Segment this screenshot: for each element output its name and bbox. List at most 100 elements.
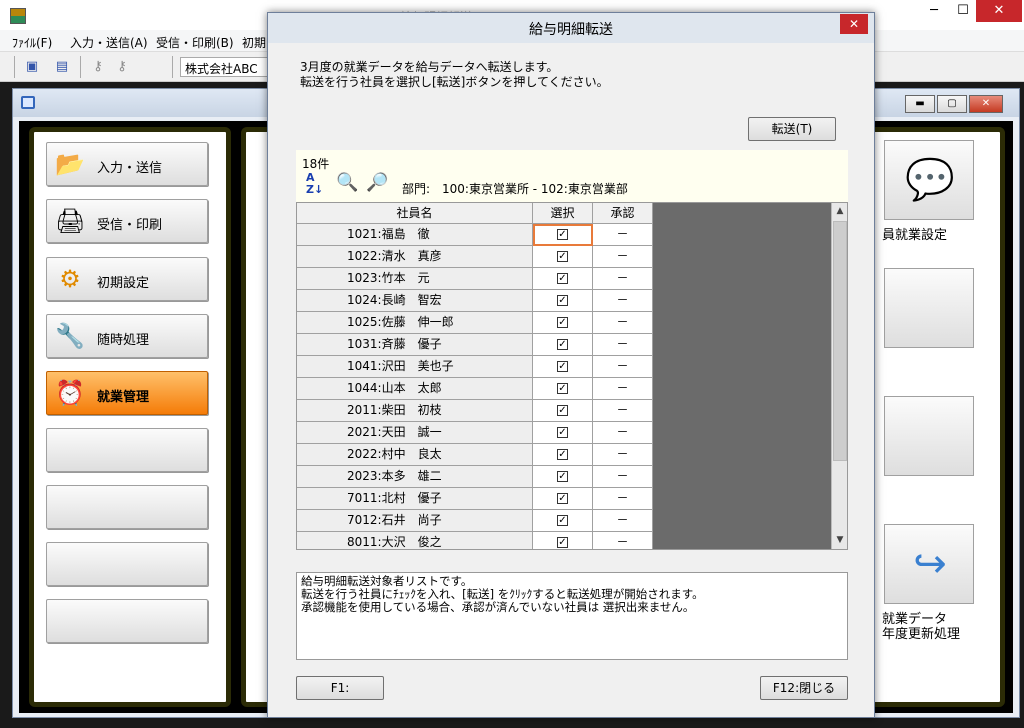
- select-checkbox[interactable]: ✓: [557, 537, 568, 548]
- nav-empty-button[interactable]: [46, 485, 208, 529]
- employee-name-cell[interactable]: 7011:北村 優子: [297, 488, 533, 510]
- select-checkbox[interactable]: ✓: [557, 515, 568, 526]
- select-cell[interactable]: ✓: [533, 400, 593, 422]
- transfer-button[interactable]: 転送(T): [748, 117, 836, 141]
- table-row[interactable]: 7012:石井 尚子 ✓ －: [297, 510, 653, 532]
- scroll-down-icon[interactable]: ▼: [832, 532, 847, 549]
- right-empty-button[interactable]: [884, 396, 974, 476]
- nav-adhoc-process-button[interactable]: 🔧 随時処理: [46, 314, 208, 358]
- table-row[interactable]: 2022:村中 良太 ✓ －: [297, 444, 653, 466]
- table-row[interactable]: 1041:沢田 美也子 ✓ －: [297, 356, 653, 378]
- close-button[interactable]: ✕: [976, 0, 1022, 22]
- menu-receive-print[interactable]: 受信・印刷(B): [156, 34, 234, 51]
- minimize-button[interactable]: ─: [920, 0, 948, 22]
- f12-close-button[interactable]: F12:閉じる: [760, 676, 848, 700]
- select-cell[interactable]: ✓: [533, 356, 593, 378]
- key-icon[interactable]: ⚷: [88, 58, 108, 76]
- company-field[interactable]: 株式会社ABC: [180, 57, 272, 77]
- table-row[interactable]: 1023:竹本 元 ✓ －: [297, 268, 653, 290]
- select-checkbox[interactable]: ✓: [557, 295, 568, 306]
- select-checkbox[interactable]: ✓: [557, 427, 568, 438]
- select-checkbox[interactable]: ✓: [557, 273, 568, 284]
- search-icon[interactable]: 🔍: [336, 172, 358, 193]
- menu-input-send[interactable]: 入力・送信(A): [70, 34, 148, 51]
- table-row[interactable]: 1025:佐藤 伸一郎 ✓ －: [297, 312, 653, 334]
- employee-name-cell[interactable]: 2021:天田 誠一: [297, 422, 533, 444]
- year-update-button[interactable]: ↪: [884, 524, 974, 604]
- employee-name-cell[interactable]: 2023:本多 雄二: [297, 466, 533, 488]
- select-checkbox[interactable]: ✓: [557, 383, 568, 394]
- inner-minimize-button[interactable]: ▬: [905, 95, 935, 113]
- monitor-icon[interactable]: ▣: [22, 58, 42, 76]
- nav-input-send-button[interactable]: 📂 入力・送信: [46, 142, 208, 186]
- select-checkbox[interactable]: ✓: [557, 251, 568, 262]
- f1-button[interactable]: F1:: [296, 676, 384, 700]
- table-row[interactable]: 1021:福島 徹 ✓ －: [297, 224, 653, 246]
- nav-receive-print-button[interactable]: 🖨 受信・印刷: [46, 199, 208, 243]
- select-checkbox[interactable]: ✓: [557, 361, 568, 372]
- select-checkbox[interactable]: ✓: [557, 449, 568, 460]
- select-cell[interactable]: ✓: [533, 334, 593, 356]
- select-checkbox[interactable]: ✓: [557, 317, 568, 328]
- table-row[interactable]: 1044:山本 太郎 ✓ －: [297, 378, 653, 400]
- select-checkbox[interactable]: ✓: [557, 471, 568, 482]
- select-checkbox[interactable]: ✓: [557, 493, 568, 504]
- dialog-close-button[interactable]: ✕: [840, 14, 868, 34]
- column-header-name[interactable]: 社員名: [297, 203, 533, 224]
- nav-work-management-button[interactable]: ⏰ 就業管理: [46, 371, 208, 415]
- select-cell[interactable]: ✓: [533, 532, 593, 549]
- table-row[interactable]: 2021:天田 誠一 ✓ －: [297, 422, 653, 444]
- select-cell[interactable]: ✓: [533, 246, 593, 268]
- select-cell[interactable]: ✓: [533, 268, 593, 290]
- employee-name-cell[interactable]: 1031:斉藤 優子: [297, 334, 533, 356]
- employee-name-cell[interactable]: 7012:石井 尚子: [297, 510, 533, 532]
- select-checkbox[interactable]: ✓: [557, 339, 568, 350]
- menu-file[interactable]: ﾌｧｲﾙ(F): [12, 34, 52, 51]
- table-row[interactable]: 1024:長崎 智宏 ✓ －: [297, 290, 653, 312]
- select-cell[interactable]: ✓: [533, 488, 593, 510]
- select-cell[interactable]: ✓: [533, 312, 593, 334]
- nav-empty-button[interactable]: [46, 599, 208, 643]
- nav-empty-button[interactable]: [46, 428, 208, 472]
- employee-name-cell[interactable]: 1023:竹本 元: [297, 268, 533, 290]
- employee-name-cell[interactable]: 1044:山本 太郎: [297, 378, 533, 400]
- select-cell[interactable]: ✓: [533, 422, 593, 444]
- employee-work-settings-button[interactable]: 💬: [884, 140, 974, 220]
- key-icon[interactable]: ⚷: [112, 58, 132, 76]
- vertical-scrollbar[interactable]: ▲ ▼: [831, 203, 847, 549]
- employee-name-cell[interactable]: 1021:福島 徹: [297, 224, 533, 246]
- select-cell[interactable]: ✓: [533, 290, 593, 312]
- employee-name-cell[interactable]: 8011:大沢 俊之: [297, 532, 533, 549]
- select-cell[interactable]: ✓: [533, 466, 593, 488]
- right-empty-button[interactable]: [884, 268, 974, 348]
- table-row[interactable]: 2023:本多 雄二 ✓ －: [297, 466, 653, 488]
- column-header-approve[interactable]: 承認: [593, 203, 653, 224]
- select-cell[interactable]: ✓: [533, 224, 593, 246]
- select-cell[interactable]: ✓: [533, 444, 593, 466]
- select-checkbox[interactable]: ✓: [557, 405, 568, 416]
- employee-name-cell[interactable]: 2011:柴田 初枝: [297, 400, 533, 422]
- image-icon[interactable]: ▤: [52, 58, 72, 76]
- employee-name-cell[interactable]: 1025:佐藤 伸一郎: [297, 312, 533, 334]
- select-checkbox[interactable]: ✓: [557, 229, 568, 240]
- employee-name-cell[interactable]: 1041:沢田 美也子: [297, 356, 533, 378]
- table-row[interactable]: 1031:斉藤 優子 ✓ －: [297, 334, 653, 356]
- nav-empty-button[interactable]: [46, 542, 208, 586]
- select-cell[interactable]: ✓: [533, 378, 593, 400]
- employee-name-cell[interactable]: 2022:村中 良太: [297, 444, 533, 466]
- select-cell[interactable]: ✓: [533, 510, 593, 532]
- table-row[interactable]: 2011:柴田 初枝 ✓ －: [297, 400, 653, 422]
- inner-maximize-button[interactable]: ▢: [937, 95, 967, 113]
- menu-initial[interactable]: 初期: [242, 34, 266, 51]
- maximize-button[interactable]: ☐: [950, 0, 976, 22]
- employee-name-cell[interactable]: 1022:清水 真彦: [297, 246, 533, 268]
- scroll-thumb[interactable]: [833, 221, 847, 461]
- column-header-select[interactable]: 選択: [533, 203, 593, 224]
- inner-close-button[interactable]: ✕: [969, 95, 1003, 113]
- sort-az-icon[interactable]: A Z↓: [306, 172, 324, 198]
- nav-initial-settings-button[interactable]: ⚙ 初期設定: [46, 257, 208, 301]
- table-row[interactable]: 8011:大沢 俊之 ✓ －: [297, 532, 653, 549]
- scroll-up-icon[interactable]: ▲: [832, 203, 847, 220]
- employee-name-cell[interactable]: 1024:長崎 智宏: [297, 290, 533, 312]
- table-row[interactable]: 7011:北村 優子 ✓ －: [297, 488, 653, 510]
